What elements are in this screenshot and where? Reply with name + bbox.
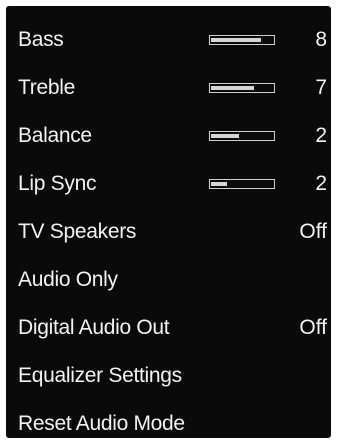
menu-item-label: Equalizer Settings xyxy=(18,364,182,387)
menu-item-label: Balance xyxy=(18,124,92,147)
menu-item-label: Bass xyxy=(18,28,64,51)
bass-slider[interactable] xyxy=(209,35,275,45)
menu-item-audio-only[interactable]: Audio Only xyxy=(6,260,331,300)
menu-item-equalizer-settings[interactable]: Equalizer Settings xyxy=(6,356,331,396)
menu-item-value: 2 xyxy=(315,172,327,195)
menu-item-value: 8 xyxy=(315,28,327,51)
menu-item-lip-sync[interactable]: Lip Sync 2 xyxy=(6,164,331,204)
menu-item-label: Audio Only xyxy=(18,268,118,291)
menu-item-value: 7 xyxy=(315,76,327,99)
slider-fill xyxy=(211,38,261,42)
menu-item-value: Off xyxy=(299,316,327,339)
menu-item-tv-speakers[interactable]: TV Speakers Off xyxy=(6,212,331,252)
slider-fill xyxy=(211,86,254,90)
menu-item-label: Treble xyxy=(18,76,75,99)
menu-item-label: TV Speakers xyxy=(18,220,137,243)
audio-settings-menu: Bass 8 Treble 7 Balance 2 Lip Sync 2 TV … xyxy=(6,6,331,438)
treble-slider[interactable] xyxy=(209,83,275,93)
menu-item-digital-audio-out[interactable]: Digital Audio Out Off xyxy=(6,308,331,348)
slider-fill xyxy=(211,134,239,138)
balance-slider[interactable] xyxy=(209,131,275,141)
menu-item-balance[interactable]: Balance 2 xyxy=(6,116,331,156)
menu-item-treble[interactable]: Treble 7 xyxy=(6,68,331,108)
slider-fill xyxy=(211,182,227,186)
menu-item-bass[interactable]: Bass 8 xyxy=(6,20,331,60)
menu-item-value: 2 xyxy=(315,124,327,147)
menu-item-label: Reset Audio Mode xyxy=(18,412,185,435)
menu-item-label: Digital Audio Out xyxy=(18,316,170,339)
lip-sync-slider[interactable] xyxy=(209,179,275,189)
menu-item-value: Off xyxy=(299,220,327,243)
menu-item-reset-audio-mode[interactable]: Reset Audio Mode xyxy=(6,404,331,444)
menu-item-label: Lip Sync xyxy=(18,172,97,195)
